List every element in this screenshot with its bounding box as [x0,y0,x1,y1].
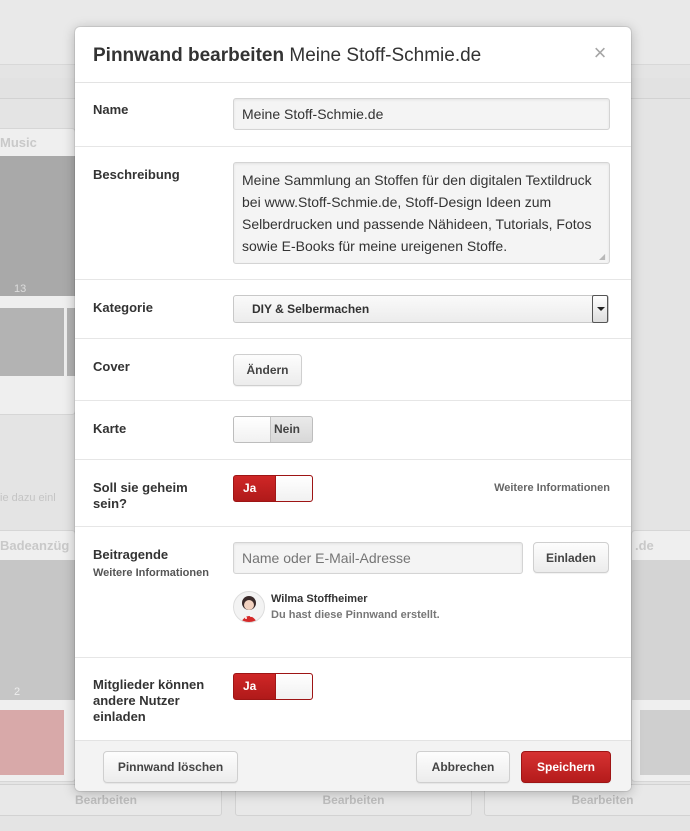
contributor-input[interactable] [233,542,523,574]
owner-name[interactable]: Wilma Stoffheimer [271,593,367,605]
members-invite-toggle-label: Ja [243,679,257,693]
toggle-knob [275,476,312,501]
row-members-invite: Mitglieder können andere Nutzer einladen… [75,658,631,740]
toggle-knob [275,674,312,699]
map-toggle[interactable]: Nein [233,416,313,443]
row-description: Beschreibung Meine Sammlung an Stoffen f… [75,147,631,280]
background-hint-text: ie dazu einl [0,492,56,504]
avatar-icon [241,596,257,622]
row-cover: Cover Ändern [75,339,631,401]
avatar [233,591,265,623]
toggle-knob [234,417,271,442]
edit-board-dialog: Pinnwand bearbeiten Meine Stoff-Schmie.d… [75,27,631,791]
resize-grip-icon[interactable]: ◢ [599,253,607,261]
invite-button[interactable]: Einladen [533,542,609,573]
secret-info-link[interactable]: Weitere Informationen [494,482,610,494]
dialog-footer: Pinnwand löschen Abbrechen Speichern [75,740,631,791]
members-invite-label: Mitglieder können andere Nutzer einladen [93,677,205,724]
members-invite-toggle[interactable]: Ja [233,673,313,700]
background-board-title-bade: Badeanzüg [0,538,70,553]
background-pin-count-2: 2 [14,686,21,698]
save-button[interactable]: Speichern [521,751,611,783]
category-select[interactable]: DIY & Selbermachen [233,295,609,323]
change-cover-button[interactable]: Ändern [233,354,302,386]
row-category: Kategorie DIY & Selbermachen [75,280,631,339]
background-board-cover-music [0,156,75,296]
name-input[interactable]: Meine Stoff-Schmie.de [233,98,610,130]
category-selected-value: DIY & Selbermachen [252,302,370,316]
background-board-cover-right [631,560,690,700]
secret-toggle-label: Ja [243,481,257,495]
row-contributors: Beitragende Weitere Informationen Einlad… [75,527,631,658]
description-text: Meine Sammlung an Stoffen für den digita… [242,172,592,254]
description-label: Beschreibung [93,167,180,182]
map-toggle-label: Nein [273,422,300,436]
background-board-thumb-4 [640,710,690,775]
chevron-down-icon[interactable] [592,295,608,323]
map-label: Karte [93,421,127,436]
cancel-button[interactable]: Abbrechen [416,751,510,783]
background-pin-count-1: 13 [14,283,27,295]
owner-note: Du hast diese Pinnwand erstellt. [271,609,440,621]
dialog-title-board-name: Meine Stoff-Schmie.de [289,45,482,66]
row-name: Name Meine Stoff-Schmie.de [75,82,631,147]
contributors-info-link[interactable]: Weitere Informationen [93,565,209,581]
row-map: Karte Nein [75,401,631,460]
background-board-title-music: Music [0,135,37,150]
dialog-title-bold: Pinnwand bearbeiten [93,45,285,66]
contributors-label: Beitragende Weitere Informationen [93,547,209,581]
dialog-title: Pinnwand bearbeiten Meine Stoff-Schmie.d… [93,45,481,67]
secret-label: Soll sie geheim sein? [93,480,188,511]
background-board-cover-bade [0,560,75,700]
cover-label: Cover [93,359,130,374]
row-secret: Soll sie geheim sein? Ja Weitere Informa… [75,460,631,527]
background-board-thumb-1 [0,308,64,376]
background-board-thumb-3 [0,710,64,775]
close-icon[interactable]: × [591,42,609,64]
background-board-thumb-2 [67,308,75,376]
contributors-title: Beitragende [93,547,169,562]
description-textarea[interactable]: Meine Sammlung an Stoffen für den digita… [233,162,610,264]
dialog-header: Pinnwand bearbeiten Meine Stoff-Schmie.d… [75,27,631,83]
secret-toggle[interactable]: Ja [233,475,313,502]
background-board-title-right: .de [635,538,654,553]
category-label: Kategorie [93,300,153,315]
delete-board-button[interactable]: Pinnwand löschen [103,751,238,783]
name-label: Name [93,102,129,117]
